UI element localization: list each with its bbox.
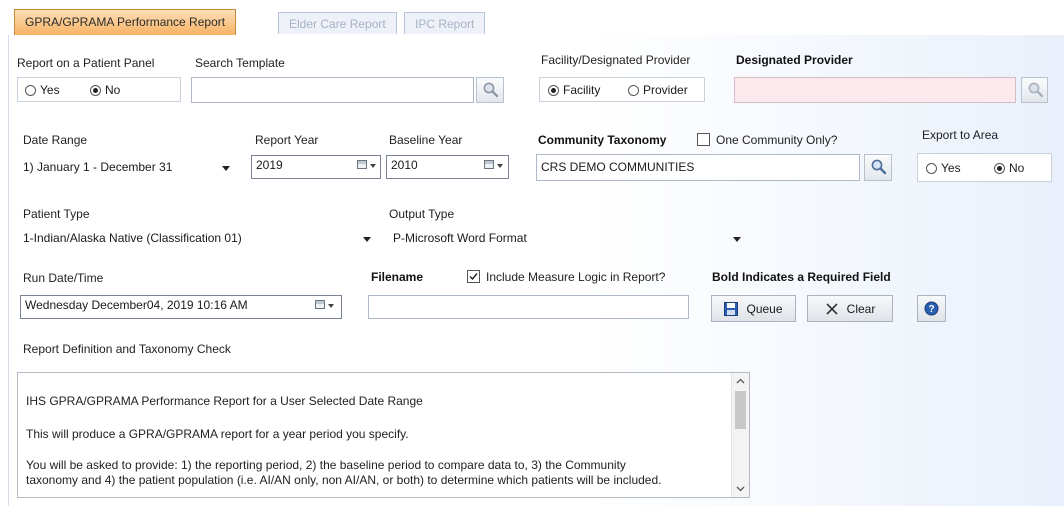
chevron-down-icon [733,237,741,242]
output-type-select[interactable]: P-Microsoft Word Format [393,231,743,251]
chevron-down-icon [370,164,376,168]
definition-line: taxonomy and 4) the patient population (… [26,473,662,487]
run-datetime-label: Run Date/Time [23,271,104,285]
definition-textarea[interactable]: IHS GPRA/GPRAMA Performance Report for a… [17,372,750,498]
scrollbar-thumb[interactable] [735,391,746,429]
definition-line: You will be asked to provide: 1) the rep… [26,458,626,472]
filename-input[interactable] [368,295,689,319]
definition-label: Report Definition and Taxonomy Check [23,342,231,356]
baseline-year-label: Baseline Year [389,133,463,147]
close-icon [826,302,838,315]
run-datetime-value: Wednesday December04, 2019 10:16 AM [25,298,248,312]
community-taxonomy-value: CRS DEMO COMMUNITIES [541,160,695,174]
report-year-label: Report Year [255,133,319,147]
patient-type-select[interactable]: 1-Indian/Alaska Native (Classification 0… [23,231,373,251]
facility-radio[interactable]: Facility [548,83,600,97]
output-type-label: Output Type [389,207,455,221]
patient-type-value: 1-Indian/Alaska Native (Classification 0… [23,231,242,245]
definition-line: IHS GPRA/GPRAMA Performance Report for a… [26,394,423,408]
report-year-picker[interactable]: 2019 [251,155,381,179]
provider-radio[interactable]: Provider [628,83,688,97]
facility-provider-label: Facility/Designated Provider [541,53,691,67]
chevron-down-icon [328,304,334,308]
radio-on-icon [90,84,101,96]
help-icon: ? [924,301,939,316]
chevron-down-icon [222,166,230,171]
radio-off-icon [926,162,937,174]
include-logic-checkbox[interactable] [467,270,480,283]
patient-panel-radio-group: Yes No [17,77,181,102]
date-range-label: Date Range [23,133,88,147]
designated-provider-label: Designated Provider [736,53,853,67]
queue-button[interactable]: Queue [711,295,796,322]
calendar-icon [484,160,494,169]
one-community-label: One Community Only? [716,133,838,147]
date-range-value: 1) January 1 - December 31 [23,160,173,174]
tab-elder-care-report[interactable]: Elder Care Report [278,12,397,34]
chevron-down-icon [363,237,371,242]
output-type-value: P-Microsoft Word Format [393,231,527,245]
export-no-label: No [1009,161,1025,175]
one-community-checkbox[interactable] [697,133,710,146]
tab-strip: GPRA/GPRAMA Performance Report Elder Car… [8,8,1064,36]
export-no-radio[interactable]: No [994,161,1024,175]
facility-radio-label: Facility [563,83,601,97]
patient-panel-no-label: No [105,83,121,97]
clear-button[interactable]: Clear [807,295,893,322]
search-template-input[interactable] [191,77,474,103]
tab-gpra-report[interactable]: GPRA/GPRAMA Performance Report [14,9,237,35]
radio-on-icon [548,84,559,96]
patient-type-label: Patient Type [23,207,90,221]
patient-panel-yes-label: Yes [40,83,60,97]
facility-provider-radio-group: Facility Provider [539,77,705,102]
designated-provider-input[interactable] [734,77,1016,103]
definition-line: This will produce a GPRA/GPRAMA report f… [26,427,409,441]
clear-label: Clear [846,301,876,316]
checkmark-icon [469,273,478,281]
help-button[interactable]: ? [917,295,946,322]
radio-off-icon [25,84,36,96]
designated-provider-search-button[interactable] [1021,77,1048,103]
radio-on-icon [994,162,1005,174]
calendar-icon [315,300,325,309]
search-template-button[interactable] [476,77,504,103]
report-window: GPRA/GPRAMA Performance Report Elder Car… [8,8,1064,506]
magnifier-icon [1028,82,1044,98]
save-icon [724,301,739,316]
patient-panel-no-radio[interactable]: No [90,83,120,97]
export-area-label: Export to Area [922,128,999,142]
chevron-down-icon [497,164,503,168]
required-field-note: Bold Indicates a Required Field [712,270,891,284]
report-panel: Report on a Patient Panel Yes No Search … [8,35,1064,506]
patient-panel-label: Report on a Patient Panel [17,56,155,70]
filename-label: Filename [371,270,424,284]
include-logic-label: Include Measure Logic in Report? [486,270,666,284]
queue-label: Queue [746,301,783,316]
patient-panel-yes-radio[interactable]: Yes [25,83,60,97]
definition-scrollbar[interactable] [731,373,749,497]
svg-text:?: ? [928,304,934,315]
export-area-radio-group: Yes No [917,153,1052,182]
magnifier-icon [871,159,887,175]
search-template-label: Search Template [195,56,285,70]
chevron-down-icon[interactable] [732,483,749,495]
provider-radio-label: Provider [643,83,688,97]
report-year-value: 2019 [256,158,283,172]
community-taxonomy-input[interactable]: CRS DEMO COMMUNITIES [536,154,860,181]
date-range-select[interactable]: 1) January 1 - December 31 [23,160,243,180]
radio-off-icon [628,84,639,96]
tab-ipc-report[interactable]: IPC Report [404,12,486,34]
baseline-year-picker[interactable]: 2010 [386,155,509,179]
chevron-up-icon[interactable] [732,375,749,387]
export-yes-label: Yes [941,161,961,175]
run-datetime-picker[interactable]: Wednesday December04, 2019 10:16 AM [20,295,342,319]
export-yes-radio[interactable]: Yes [926,161,961,175]
community-taxonomy-search-button[interactable] [864,154,892,181]
calendar-icon [357,160,367,169]
community-taxonomy-label: Community Taxonomy [538,133,667,147]
baseline-year-value: 2010 [391,158,418,172]
magnifier-icon [483,82,499,98]
